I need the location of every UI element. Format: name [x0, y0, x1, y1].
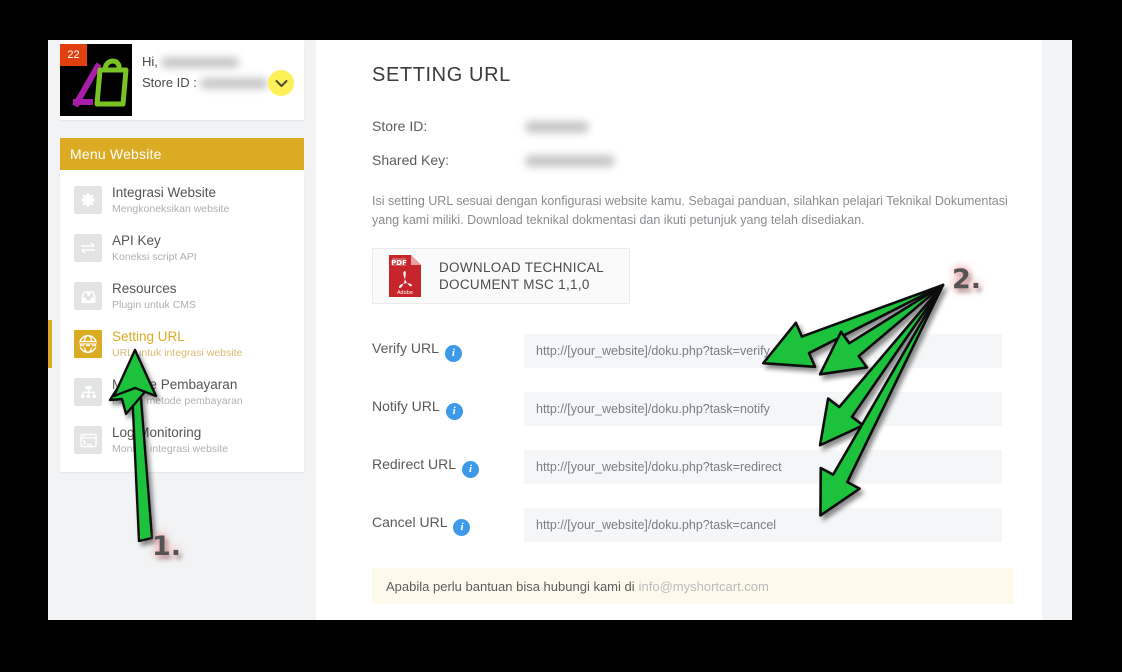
sidebar-item-subtitle: Mengkoneksikan website: [112, 202, 230, 215]
cancel-url-label: Cancel URL i: [372, 514, 471, 536]
notification-badge[interactable]: 22: [60, 44, 87, 66]
sidebar-item-subtitle: Koneksi script API: [112, 250, 197, 263]
info-icon[interactable]: i: [444, 345, 462, 362]
profile-text: Hi, Store ID :: [142, 54, 268, 90]
greeting-line: Hi,: [142, 54, 268, 69]
cancel-url-label-text: Cancel URL: [372, 514, 448, 530]
sidebar-item-title: Setting URL: [112, 329, 185, 345]
redacted-store-id: [199, 78, 268, 90]
shared-key-label: Shared Key:: [372, 152, 450, 168]
sidebar-item-title: Log Monitoring: [112, 425, 202, 441]
cancel-url-input[interactable]: [524, 508, 1002, 542]
verify-url-label-text: Verify URL: [372, 340, 439, 356]
redirect-url-input[interactable]: [524, 450, 1002, 484]
notify-url-input[interactable]: [524, 392, 1002, 426]
page-title: SETTING URL: [372, 64, 511, 86]
sidebar-item-title: API Key: [112, 233, 161, 249]
download-technical-document-button[interactable]: PDF Adobe DOWNLOAD TECHNICAL DOCUMENT MS…: [372, 248, 630, 304]
sidebar-item-title: Integrasi Website: [112, 185, 217, 201]
pdf-file-icon: PDF Adobe: [385, 254, 425, 298]
field-row-redirect-url: Redirect URL i: [316, 450, 1042, 484]
sidebar-item-title: Resources: [112, 281, 177, 297]
sidebar-item-text: Integrasi Website Mengkoneksikan website: [112, 185, 229, 215]
terminal-window-icon: [74, 426, 102, 454]
notify-url-label-text: Notify URL: [372, 398, 440, 414]
download-button-label: DOWNLOAD TECHNICAL DOCUMENT MSC 1,1,0: [439, 259, 604, 293]
brand-logo-bag-icon: [94, 58, 129, 107]
shared-key-row: Shared Key:: [372, 152, 615, 168]
help-banner: Apabila perlu bantuan bisa hubungi kami …: [372, 568, 1014, 604]
sidebar-item-integrasi-website[interactable]: Integrasi Website Mengkoneksikan website: [60, 176, 304, 224]
sidebar-item-subtitle: URL untuk integrasi website: [112, 346, 243, 359]
sidebar-item-text: Log Monitoring Monitor integrasi website: [112, 425, 228, 455]
exchange-arrows-icon: [74, 234, 102, 262]
www-globe-icon: www: [74, 330, 102, 358]
notify-url-label: Notify URL i: [372, 398, 463, 420]
application-window: 22 Hi, Store ID : Menu Website Integrasi…: [48, 40, 1072, 620]
sidebar-item-title: Metode Pembayaran: [112, 377, 238, 393]
sitemap-icon: [74, 378, 102, 406]
page-description: Isi setting URL sesuai dengan konfiguras…: [372, 194, 1008, 227]
svg-text:www: www: [79, 341, 97, 349]
download-button-line1: DOWNLOAD TECHNICAL: [439, 260, 604, 275]
field-row-verify-url: Verify URL i: [316, 334, 1042, 368]
sidebar-item-text: API Key Koneksi script API: [112, 233, 197, 263]
sidebar-item-metode-pembayaran[interactable]: Metode Pembayaran Pilihan metode pembaya…: [60, 368, 304, 416]
sidebar-item-subtitle: Monitor integrasi website: [112, 442, 229, 455]
gear-icon: [74, 186, 102, 214]
store-id-value-redacted: [525, 121, 589, 134]
info-icon[interactable]: i: [462, 461, 480, 478]
sidebar-item-text: Resources Plugin untuk CMS: [112, 281, 196, 311]
field-row-cancel-url: Cancel URL i: [316, 508, 1042, 542]
store-id-line: Store ID :: [142, 75, 268, 90]
field-row-notify-url: Notify URL i: [316, 392, 1042, 426]
support-email-link[interactable]: info@myshortcart.com: [639, 579, 769, 594]
sidebar-item-resources[interactable]: Resources Plugin untuk CMS: [60, 272, 304, 320]
sidebar-item-text: Setting URL URL untuk integrasi website: [112, 329, 242, 359]
store-id-label: Store ID:: [372, 118, 428, 134]
info-icon[interactable]: i: [453, 519, 471, 536]
svg-text:Adobe: Adobe: [397, 290, 413, 296]
profile-dropdown-button[interactable]: [268, 70, 294, 96]
svg-text:PDF: PDF: [391, 259, 407, 267]
sidebar-menu-list: Integrasi Website Mengkoneksikan website…: [48, 170, 304, 472]
sidebar-section-title: Menu Website: [60, 138, 304, 170]
right-gutter: [1042, 40, 1072, 620]
verify-url-label: Verify URL i: [372, 340, 462, 362]
annotation-marker-1: 1.: [152, 531, 182, 562]
chevron-down-icon: [275, 79, 287, 87]
store-id-row: Store ID:: [372, 118, 589, 134]
info-icon[interactable]: i: [445, 403, 463, 420]
avatar: 22: [60, 44, 132, 116]
store-id-label: Store ID :: [142, 75, 197, 90]
verify-url-input[interactable]: [524, 334, 1002, 368]
sidebar-item-text: Metode Pembayaran Pilihan metode pembaya…: [112, 377, 243, 407]
annotation-marker-2: 2.: [952, 264, 982, 295]
main-content: SETTING URL Store ID: Shared Key: Isi se…: [316, 40, 1042, 620]
shared-key-value-redacted: [525, 155, 615, 168]
sidebar-item-subtitle: Pilihan metode pembayaran: [112, 394, 243, 407]
redirect-url-label: Redirect URL i: [372, 456, 480, 478]
redacted-user-name: [160, 57, 239, 69]
download-button-line2: DOCUMENT MSC 1,1,0: [439, 277, 590, 292]
sidebar-item-log-monitoring[interactable]: Log Monitoring Monitor integrasi website: [60, 416, 304, 464]
sidebar-item-api-key[interactable]: API Key Koneksi script API: [60, 224, 304, 272]
inbox-download-icon: [74, 282, 102, 310]
redirect-url-label-text: Redirect URL: [372, 456, 457, 472]
sidebar-item-subtitle: Plugin untuk CMS: [112, 298, 197, 311]
profile-card: 22 Hi, Store ID :: [60, 40, 304, 120]
help-text: Apabila perlu bantuan bisa hubungi kami …: [386, 578, 635, 594]
sidebar-item-setting-url[interactable]: www Setting URL URL untuk integrasi webs…: [48, 320, 304, 368]
greeting-label: Hi,: [142, 54, 158, 69]
